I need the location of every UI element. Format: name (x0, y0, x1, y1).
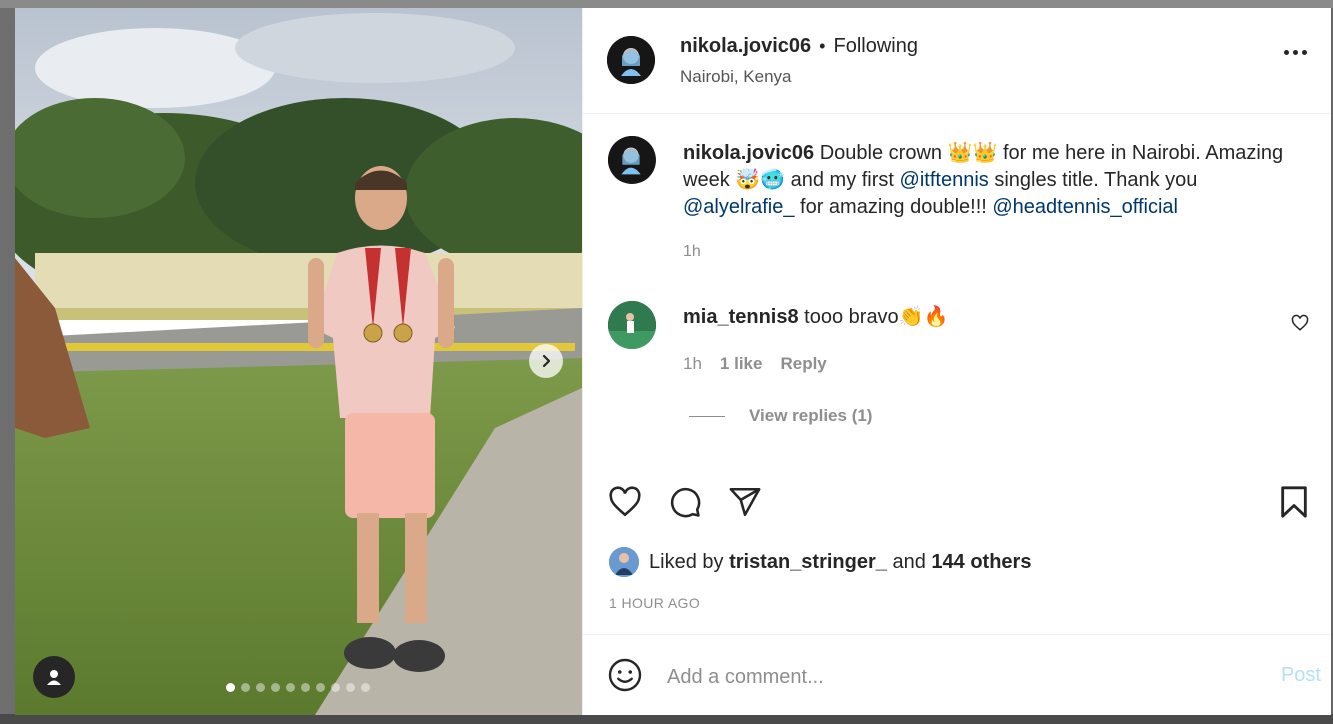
heart-icon (609, 486, 641, 517)
bookmark-icon (1281, 486, 1307, 518)
smiley-icon (608, 658, 642, 692)
view-replies-button[interactable]: View replies (1) (689, 406, 872, 426)
post-caption: nikola.jovic06 Double crown 👑👑 for me he… (683, 140, 1303, 221)
liked-by-prefix: Liked by (649, 550, 724, 573)
comment-username[interactable]: mia_tennis8 (683, 306, 799, 328)
like-button[interactable] (607, 485, 643, 524)
mention-link[interactable]: @alyelrafie_ (683, 196, 794, 218)
carousel-dot-active (226, 683, 235, 692)
carousel-dot (301, 683, 310, 692)
liker-avatar[interactable] (609, 547, 639, 577)
add-comment-bar: Post (583, 636, 1331, 715)
post-actions-section: Liked by tristan_stringer_ and 144 other… (583, 463, 1331, 635)
share-button[interactable] (727, 485, 763, 524)
tagged-users-button[interactable] (33, 656, 75, 698)
carousel-dot (361, 683, 370, 692)
reply-button[interactable]: Reply (780, 354, 826, 374)
more-options-button[interactable] (1284, 50, 1307, 55)
post-side-panel: nikola.jovic06 • Following Nairobi, Kenya … (582, 8, 1331, 715)
more-dot (1284, 50, 1289, 55)
avatar[interactable] (607, 36, 655, 84)
author-username[interactable]: nikola.jovic06 (680, 35, 811, 57)
profile-picture (609, 547, 639, 577)
following-button[interactable]: Following (833, 35, 917, 57)
post-timestamp[interactable]: 1 HOUR AGO (609, 595, 700, 611)
background-page-bottom (0, 714, 1333, 724)
post-header: nikola.jovic06 • Following Nairobi, Kenya (583, 8, 1331, 114)
comment-row: mia_tennis8 tooo bravo👏🔥 (683, 304, 949, 329)
more-dot (1302, 50, 1307, 55)
post-photo (15, 8, 582, 715)
profile-picture (608, 301, 656, 349)
comment-input[interactable] (667, 660, 1227, 694)
photo-scene (15, 8, 582, 715)
comment-like-button[interactable] (1291, 314, 1309, 337)
heart-icon (1291, 314, 1309, 331)
liker-username[interactable]: tristan_stringer_ (729, 551, 887, 573)
comment-meta: 1h 1 like Reply (683, 354, 827, 374)
background-page-strip (0, 0, 1333, 8)
next-image-button[interactable] (529, 344, 563, 378)
carousel-dot (241, 683, 250, 692)
chevron-right-icon (542, 354, 551, 368)
comment-likes-link[interactable]: 1 like (720, 354, 763, 374)
comment-bubble-icon (670, 487, 701, 518)
comment-button[interactable] (667, 485, 703, 524)
liked-by-row: Liked by tristan_stringer_ and 144 other… (609, 547, 1031, 577)
carousel-dots (226, 683, 370, 692)
caption-text: singles title. Thank you (988, 169, 1198, 191)
caption-text: for amazing double!!! (794, 196, 993, 218)
mention-link[interactable]: @itftennis (900, 169, 989, 191)
post-location[interactable]: Nairobi, Kenya (680, 67, 792, 87)
caption-avatar[interactable] (608, 136, 656, 184)
view-replies-label: View replies (1) (749, 406, 873, 425)
post-author-line: nikola.jovic06 • Following (680, 35, 918, 58)
carousel-dot (331, 683, 340, 692)
caption-username[interactable]: nikola.jovic06 (683, 142, 814, 164)
paper-plane-icon (729, 487, 761, 517)
separator-dot: • (819, 36, 826, 56)
more-dot (1293, 50, 1298, 55)
user-icon (47, 670, 61, 685)
post-modal: nikola.jovic06 • Following Nairobi, Kenya … (15, 8, 1331, 715)
comment-text: tooo bravo👏🔥 (804, 306, 949, 328)
mention-link[interactable]: @headtennis_official (992, 196, 1178, 218)
comment-time: 1h (683, 354, 702, 373)
profile-picture (608, 136, 654, 182)
carousel-dot (286, 683, 295, 692)
liked-by-joiner: and (892, 550, 926, 573)
carousel-dot (271, 683, 280, 692)
comment-avatar[interactable] (608, 301, 656, 349)
emoji-button[interactable] (607, 657, 643, 698)
caption-time: 1h (683, 243, 701, 260)
replies-divider-line (689, 415, 725, 417)
others-likes-link[interactable]: 144 others (931, 551, 1031, 573)
post-comment-button[interactable]: Post (1281, 664, 1321, 687)
liked-by-text: Liked by tristan_stringer_ and 144 other… (649, 551, 1031, 574)
save-button[interactable] (1279, 485, 1309, 524)
carousel-dot (256, 683, 265, 692)
carousel-dot (316, 683, 325, 692)
profile-picture (607, 36, 655, 84)
carousel-dot (346, 683, 355, 692)
